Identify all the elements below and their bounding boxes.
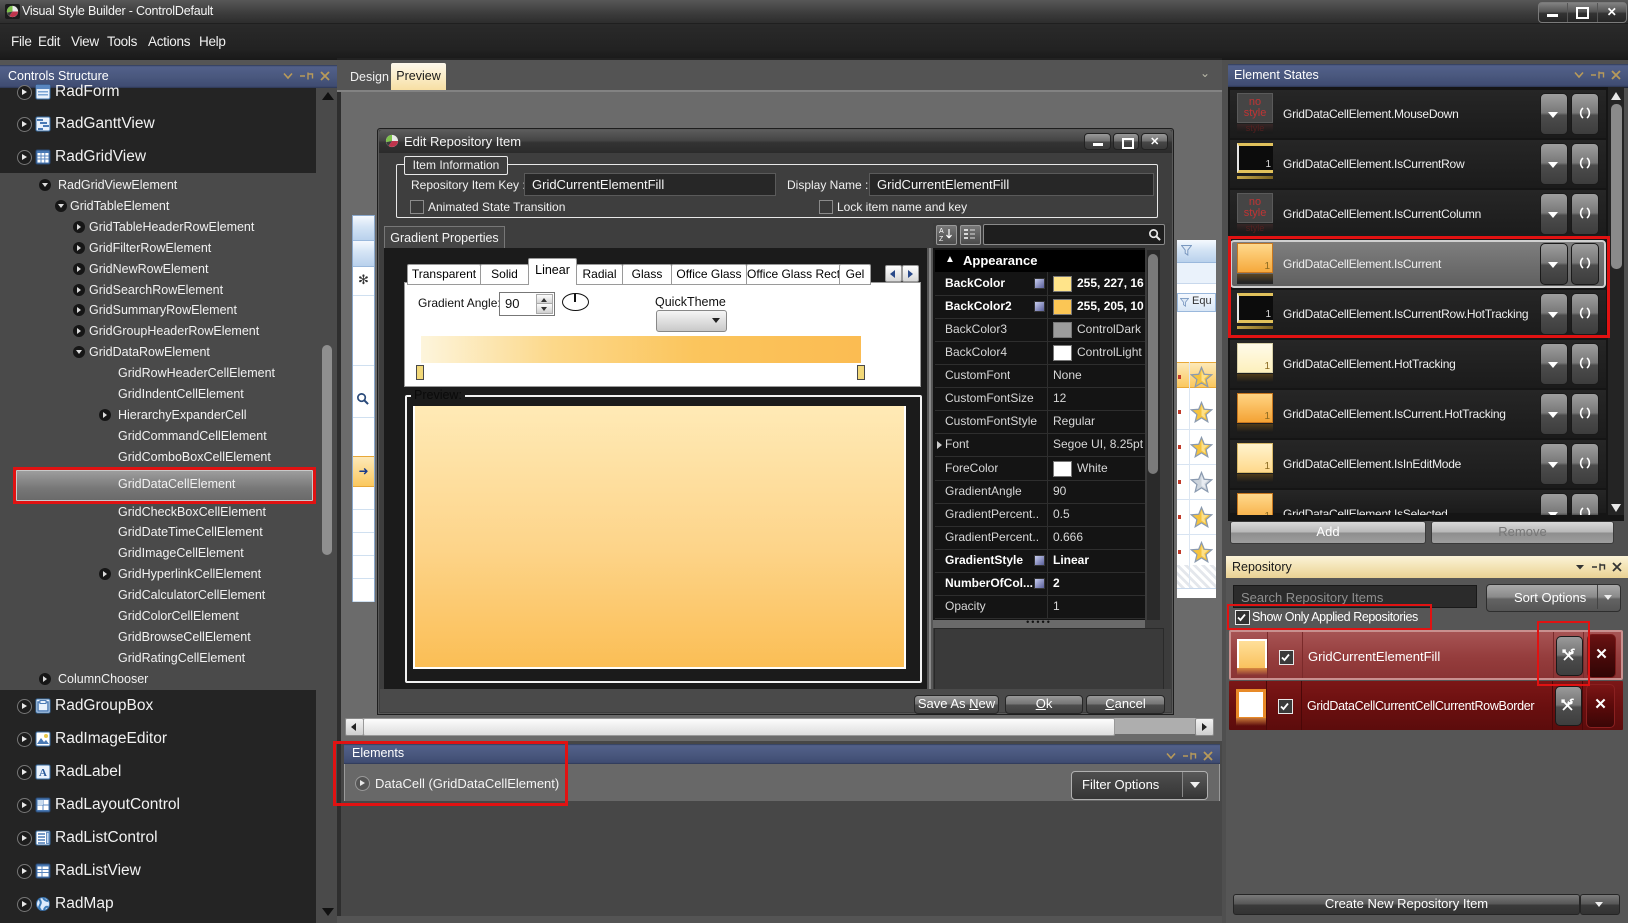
svg-text:A: A — [939, 228, 944, 235]
svg-text:A: A — [39, 767, 47, 779]
svg-text:Z: Z — [939, 236, 944, 242]
